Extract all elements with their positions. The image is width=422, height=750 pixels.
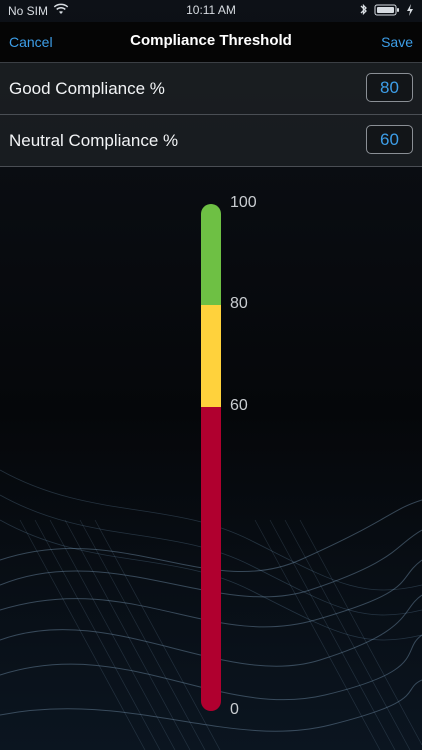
navigation-bar: Cancel Compliance Threshold Save bbox=[0, 22, 422, 63]
gauge-label-100: 100 bbox=[230, 194, 257, 211]
app-screen: No SIM 10:11 AM Cancel Compliance Thresh… bbox=[0, 0, 422, 750]
gauge-neutral-segment bbox=[201, 305, 221, 407]
status-bar: No SIM 10:11 AM bbox=[0, 0, 422, 22]
gauge-label-80: 80 bbox=[230, 295, 248, 313]
good-compliance-label: Good Compliance % bbox=[9, 79, 165, 98]
charging-bolt-icon bbox=[406, 3, 414, 19]
neutral-compliance-input[interactable]: 60 bbox=[366, 125, 413, 154]
page-title: Compliance Threshold bbox=[130, 32, 292, 49]
good-compliance-row: Good Compliance % 80 bbox=[0, 63, 422, 115]
gauge-track bbox=[201, 204, 221, 711]
gauge-label-0: 0 bbox=[230, 701, 239, 718]
gauge-poor-segment bbox=[201, 406, 221, 711]
save-button[interactable]: Save bbox=[381, 34, 413, 50]
neutral-compliance-label: Neutral Compliance % bbox=[9, 131, 179, 150]
gauge-label-60: 60 bbox=[230, 396, 248, 414]
gauge-good-segment bbox=[201, 204, 221, 306]
status-right bbox=[359, 3, 414, 19]
battery-icon bbox=[374, 4, 400, 19]
neutral-compliance-row: Neutral Compliance % 60 bbox=[0, 115, 422, 167]
good-compliance-input[interactable]: 80 bbox=[366, 73, 413, 102]
bluetooth-icon bbox=[359, 3, 368, 19]
